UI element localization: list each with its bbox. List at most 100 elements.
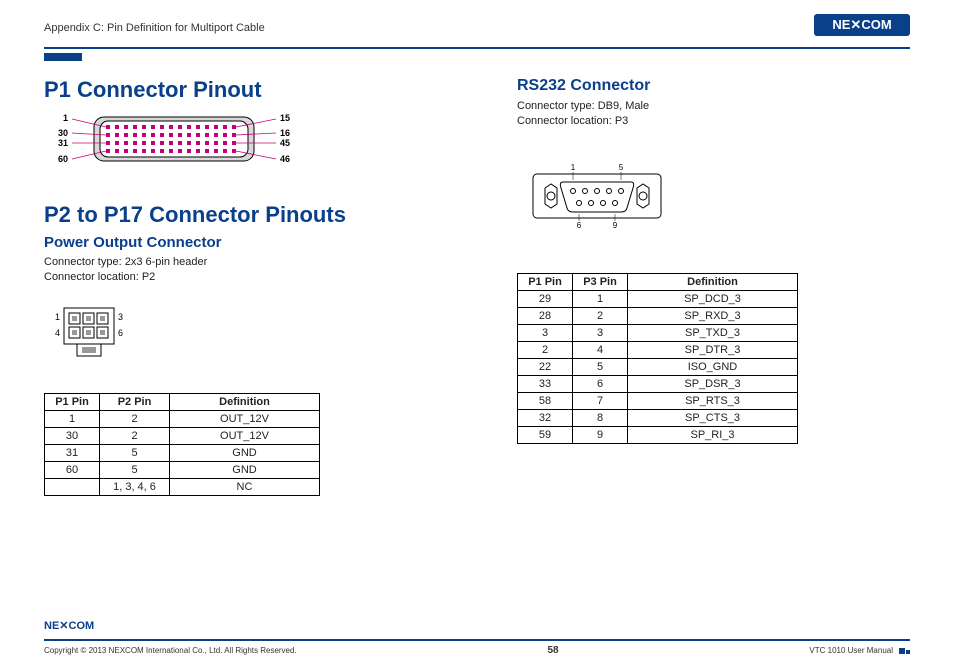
rs232-th-def: Definition [628, 273, 798, 290]
content-columns: P1 Connector Pinout [0, 61, 954, 496]
p1-pin-60: 60 [58, 154, 68, 164]
table-cell: SP_DTR_3 [628, 341, 798, 358]
manual-title: VTC 1010 User Manual [809, 646, 893, 655]
table-row: 12OUT_12V [45, 410, 320, 427]
db9-pin-9: 9 [613, 221, 618, 230]
table-cell: NC [170, 478, 320, 495]
table-cell: ISO_GND [628, 358, 798, 375]
table-cell: 28 [518, 307, 573, 324]
p1-heading: P1 Connector Pinout [44, 77, 437, 103]
table-cell: 8 [573, 409, 628, 426]
p2-pin-4: 4 [55, 328, 60, 338]
header-rule [44, 47, 910, 49]
p2-pin-3: 3 [118, 312, 123, 322]
rs232-heading: RS232 Connector [517, 77, 910, 95]
table-cell: 33 [518, 375, 573, 392]
db9-pin-6: 6 [577, 221, 582, 230]
table-row: 225ISO_GND [518, 358, 798, 375]
rs232-table-body: 291SP_DCD_3282SP_RXD_333SP_TXD_324SP_DTR… [518, 290, 798, 443]
p2-connector-type: Connector type: 2x3 6-pin header [44, 255, 437, 270]
p1-pin-15: 15 [280, 113, 290, 123]
db9-pin-5: 5 [619, 163, 624, 172]
table-row: 328SP_CTS_3 [518, 409, 798, 426]
table-cell: SP_RXD_3 [628, 307, 798, 324]
db9-connector-diagram: 1 5 6 9 [527, 158, 910, 243]
p2-connector-diagram: 1 3 4 6 [44, 304, 437, 369]
rs232-connector-location: Connector location: P3 [517, 114, 910, 129]
table-row: 315GND [45, 444, 320, 461]
table-cell: 60 [45, 461, 100, 478]
header-tab [44, 53, 82, 61]
table-cell: SP_RTS_3 [628, 392, 798, 409]
p2-th-def: Definition [170, 393, 320, 410]
left-column: P1 Connector Pinout [44, 77, 437, 496]
p2-table-body: 12OUT_12V302OUT_12V315GND605GND1, 3, 4, … [45, 410, 320, 495]
table-cell: 22 [518, 358, 573, 375]
table-row: 33SP_TXD_3 [518, 324, 798, 341]
corner-decoration-icon [899, 648, 910, 654]
appendix-title: Appendix C: Pin Definition for Multiport… [44, 22, 265, 34]
table-cell: SP_RI_3 [628, 426, 798, 443]
table-cell: OUT_12V [170, 410, 320, 427]
table-cell: 7 [573, 392, 628, 409]
table-cell: SP_TXD_3 [628, 324, 798, 341]
table-cell: GND [170, 444, 320, 461]
p2-th-p1pin: P1 Pin [45, 393, 100, 410]
p1-pin-30: 30 [58, 128, 68, 138]
footer-logo: NE✕COM [44, 618, 910, 637]
table-cell: 31 [45, 444, 100, 461]
table-cell [45, 478, 100, 495]
table-cell: 5 [100, 461, 170, 478]
page-header: Appendix C: Pin Definition for Multiport… [0, 0, 954, 41]
rs232-pinout-table: P1 Pin P3 Pin Definition 291SP_DCD_3282S… [517, 273, 798, 444]
footer-rule [44, 639, 910, 641]
p2-pin-1: 1 [55, 312, 60, 322]
p1-pin-1: 1 [63, 113, 68, 123]
table-row: 24SP_DTR_3 [518, 341, 798, 358]
table-cell: SP_DSR_3 [628, 375, 798, 392]
p2-pinout-table: P1 Pin P2 Pin Definition 12OUT_12V302OUT… [44, 393, 320, 496]
table-cell: 5 [573, 358, 628, 375]
db9-pin-1: 1 [571, 163, 576, 172]
rs232-connector-type: Connector type: DB9, Male [517, 99, 910, 114]
p1-connector-diagram: 1 30 31 60 15 16 45 46 [44, 109, 437, 184]
table-cell: 4 [573, 341, 628, 358]
table-row: 599SP_RI_3 [518, 426, 798, 443]
table-row: 336SP_DSR_3 [518, 375, 798, 392]
copyright-text: Copyright © 2013 NEXCOM International Co… [44, 646, 297, 655]
table-cell: 2 [518, 341, 573, 358]
table-cell: 59 [518, 426, 573, 443]
table-cell: 29 [518, 290, 573, 307]
table-cell: 2 [100, 410, 170, 427]
page-footer: NE✕COM Copyright © 2013 NEXCOM Internati… [44, 618, 910, 656]
table-row: 291SP_DCD_3 [518, 290, 798, 307]
p1-pin-46: 46 [280, 154, 290, 164]
table-row: 282SP_RXD_3 [518, 307, 798, 324]
power-output-heading: Power Output Connector [44, 234, 437, 251]
right-column: RS232 Connector Connector type: DB9, Mal… [517, 77, 910, 496]
table-cell: 58 [518, 392, 573, 409]
p1-pin-31: 31 [58, 138, 68, 148]
table-cell: 3 [518, 324, 573, 341]
p2-connector-location: Connector location: P2 [44, 270, 437, 285]
rs232-th-p1pin: P1 Pin [518, 273, 573, 290]
svg-text:NE✕COM: NE✕COM [44, 620, 94, 632]
table-cell: GND [170, 461, 320, 478]
table-cell: SP_DCD_3 [628, 290, 798, 307]
table-row: 605GND [45, 461, 320, 478]
table-cell: 2 [100, 427, 170, 444]
p1-pin-45: 45 [280, 138, 290, 148]
table-row: 1, 3, 4, 6NC [45, 478, 320, 495]
table-cell: 3 [573, 324, 628, 341]
p2-th-p2pin: P2 Pin [100, 393, 170, 410]
svg-text:NE✕COM: NE✕COM [832, 17, 891, 32]
table-cell: OUT_12V [170, 427, 320, 444]
table-cell: 1, 3, 4, 6 [100, 478, 170, 495]
table-row: 587SP_RTS_3 [518, 392, 798, 409]
table-cell: 6 [573, 375, 628, 392]
table-cell: 32 [518, 409, 573, 426]
table-cell: 1 [573, 290, 628, 307]
p2-p17-heading: P2 to P17 Connector Pinouts [44, 202, 437, 228]
table-cell: 1 [45, 410, 100, 427]
table-cell: 9 [573, 426, 628, 443]
